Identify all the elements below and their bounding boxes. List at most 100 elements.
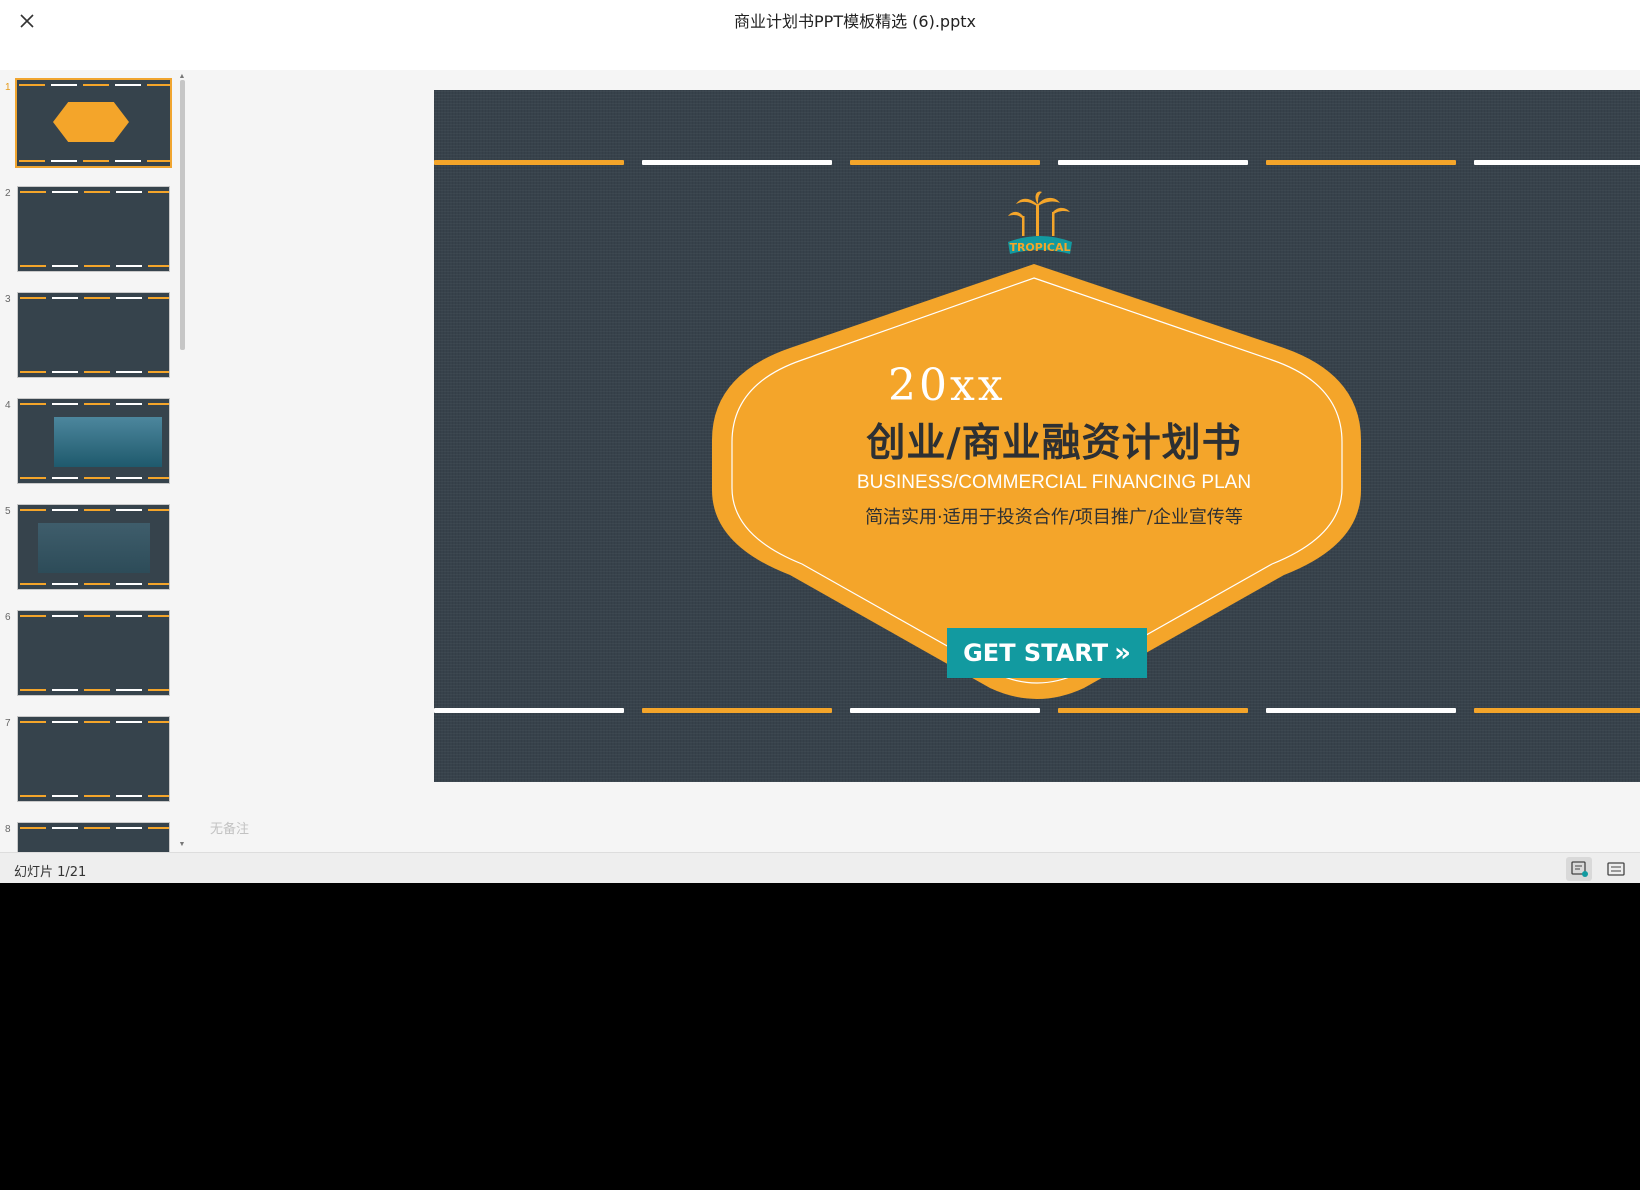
thumbnail-dash — [84, 403, 110, 405]
scrollbar-thumb[interactable] — [180, 80, 185, 350]
thumbnail-dash — [84, 371, 110, 373]
slide-thumbnail-row[interactable]: 8 — [0, 812, 175, 852]
slide-thumbnail-row[interactable]: 2 — [0, 176, 175, 272]
thumbnail-dash — [20, 689, 46, 691]
thumbnail-dash — [115, 160, 141, 162]
thumbnail-dash — [20, 583, 46, 585]
thumbnail-dash — [148, 615, 169, 617]
thumbnail-dash — [116, 721, 142, 723]
thumbnail-hexagon — [53, 102, 129, 142]
slide-thumbnail[interactable] — [17, 504, 170, 590]
slide-thumbnail-number: 2 — [5, 188, 11, 199]
slide-thumbnail-row[interactable]: 5 — [0, 494, 175, 590]
slide-thumbnail-row[interactable]: 4 — [0, 388, 175, 484]
thumbnail-dash — [20, 191, 46, 193]
thumbnail-dash — [116, 265, 142, 267]
slide-thumbnail-number: 4 — [5, 400, 11, 411]
slide-thumbnail[interactable] — [17, 186, 170, 272]
thumbnail-dash — [148, 403, 169, 405]
thumbnail-dash — [51, 160, 77, 162]
thumbnail-dash — [84, 827, 110, 829]
thumbnail-dash — [20, 297, 46, 299]
slide-notes[interactable]: 无备注 — [210, 818, 249, 837]
thumbnail-scrollbar[interactable]: ▲ ▼ — [178, 73, 186, 852]
slide-thumbnail-row[interactable]: 3 — [0, 282, 175, 378]
slide-thumbnail[interactable] — [17, 822, 170, 852]
thumbnail-dash — [20, 795, 46, 797]
slide-title: 创业/商业融资计划书 — [866, 421, 1242, 466]
thumbnail-dash — [115, 84, 141, 86]
thumbnail-dash — [148, 795, 169, 797]
slide-thumbnail-row[interactable]: 7 — [0, 706, 175, 802]
thumbnail-dash — [52, 297, 78, 299]
slide-thumbnail-row[interactable]: 1 — [0, 70, 175, 168]
get-start-label: GET START — [963, 639, 1109, 667]
thumbnail-dash — [116, 689, 142, 691]
notes-view-button[interactable] — [1566, 857, 1592, 881]
thumbnail-dash — [20, 265, 46, 267]
keyboard-layout-icon — [1607, 862, 1625, 876]
thumbnail-dash — [148, 265, 169, 267]
slide-thumbnail-number: 3 — [5, 294, 11, 305]
thumbnail-dash — [20, 509, 46, 511]
slide-subtitle-cn: 简洁实用·适用于投资合作/项目推广/企业宣传等 — [865, 507, 1243, 528]
document-title: 商业计划书PPT模板精选 (6).pptx — [734, 12, 976, 31]
thumbnail-dash — [84, 583, 110, 585]
slide-counter: 幻灯片 1/21 — [14, 865, 87, 880]
slide-thumbnail-number: 6 — [5, 612, 11, 623]
get-start-button[interactable]: GET START» — [947, 628, 1147, 678]
presentation-viewer: 商业计划书PPT模板精选 (6).pptx 1 2 3 4 5 6 7 8 ▲ ▼ TROPI… — [0, 0, 1640, 883]
thumbnail-dash — [20, 403, 46, 405]
thumbnail-dash — [116, 615, 142, 617]
slide-thumbnail-number: 1 — [5, 82, 11, 93]
thumbnail-dash — [84, 297, 110, 299]
thumbnail-dash — [52, 721, 78, 723]
status-bar: 幻灯片 1/21 — [0, 852, 1640, 883]
thumbnail-dash — [52, 477, 78, 479]
thumbnail-image — [38, 523, 150, 573]
slide-subtitle-en: BUSINESS/COMMERCIAL FINANCING PLAN — [856, 472, 1252, 493]
thumbnail-dash — [148, 583, 169, 585]
slide-thumbnail[interactable] — [15, 78, 172, 168]
slide-thumbnail-number: 7 — [5, 718, 11, 729]
thumbnail-dash — [148, 509, 169, 511]
thumbnail-dash — [148, 689, 169, 691]
thumbnail-dash — [116, 827, 142, 829]
thumbnail-dash — [51, 84, 77, 86]
tropical-logo: TROPICAL — [1008, 191, 1072, 254]
thumbnail-dash — [52, 191, 78, 193]
thumbnail-dash — [116, 583, 142, 585]
slide-sorter-button[interactable] — [1603, 857, 1629, 881]
thumbnail-dash — [116, 403, 142, 405]
slide-thumbnail[interactable] — [17, 716, 170, 802]
slide-year: 20xx — [888, 360, 1006, 411]
thumbnail-dash — [84, 477, 110, 479]
thumbnail-dash — [116, 795, 142, 797]
slide-thumbnail[interactable] — [17, 398, 170, 484]
thumbnail-dash — [116, 477, 142, 479]
thumbnail-dash — [52, 371, 78, 373]
thumbnail-dash — [116, 297, 142, 299]
thumbnail-dash — [116, 509, 142, 511]
slide-thumbnail-row[interactable]: 6 — [0, 600, 175, 696]
slide-thumbnail[interactable] — [17, 292, 170, 378]
thumbnail-dash — [84, 689, 110, 691]
thumbnail-dash — [52, 827, 78, 829]
slide-thumbnail[interactable] — [17, 610, 170, 696]
thumbnail-dash — [83, 84, 109, 86]
thumbnail-dash — [148, 297, 169, 299]
thumbnail-dash — [147, 84, 170, 86]
thumbnail-dash — [52, 509, 78, 511]
thumbnail-dash — [52, 615, 78, 617]
thumbnail-dash — [84, 721, 110, 723]
thumbnail-dash — [52, 265, 78, 267]
thumbnail-dash — [20, 721, 46, 723]
thumbnail-dash — [147, 160, 170, 162]
thumbnail-dash — [52, 583, 78, 585]
thumbnail-dash — [19, 84, 45, 86]
thumbnail-dash — [20, 615, 46, 617]
thumbnail-dash — [84, 615, 110, 617]
scroll-down-icon[interactable]: ▼ — [178, 841, 186, 848]
double-chevron-right-icon: » — [1114, 638, 1131, 668]
thumbnail-dash — [148, 477, 169, 479]
